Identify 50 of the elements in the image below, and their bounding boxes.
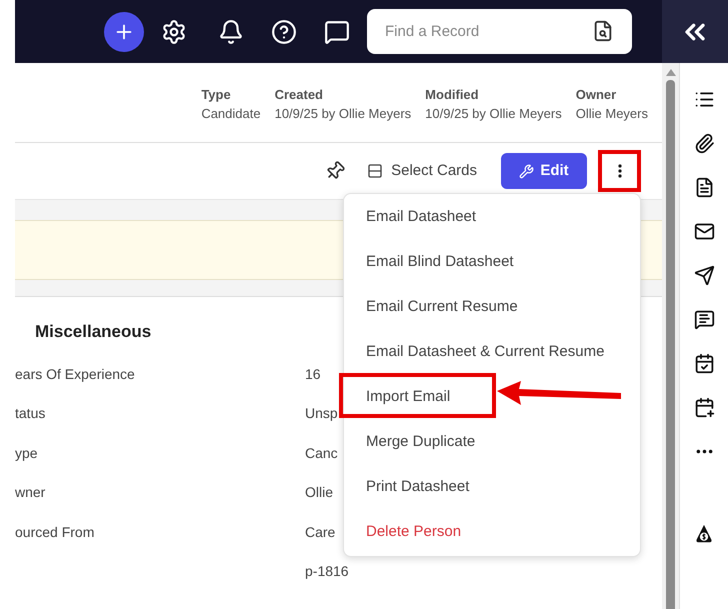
menu-item[interactable]: Email Current Resume <box>344 285 640 330</box>
meta-value: 10/9/25 by Ollie Meyers <box>425 105 562 123</box>
field-value: p-1816 <box>305 562 349 582</box>
meta-label: Type <box>201 86 232 104</box>
menu-item[interactable]: Import Email <box>344 375 640 420</box>
field-label: ourced From <box>15 524 94 540</box>
document-icon[interactable] <box>694 177 714 198</box>
help-icon[interactable] <box>271 18 297 44</box>
collapse-button[interactable] <box>662 0 728 63</box>
section-title: Miscellaneous <box>34 321 152 343</box>
scrollbar[interactable] <box>662 63 679 609</box>
field-value: Care <box>305 522 336 542</box>
select-cards-button[interactable]: Select Cards <box>367 160 477 182</box>
search-icon[interactable] <box>592 20 614 42</box>
search-field[interactable]: Find a Record <box>367 9 632 54</box>
field-value: Unsp <box>305 404 338 424</box>
calendar-plus-icon[interactable] <box>694 397 714 418</box>
edit-button[interactable]: Edit <box>501 153 587 189</box>
settings-icon[interactable] <box>161 18 187 44</box>
menu-item[interactable]: Email Blind Datasheet <box>344 240 640 285</box>
field-value: Ollie <box>305 483 334 502</box>
field-value: 16 <box>305 364 321 384</box>
chat-icon[interactable] <box>324 18 350 44</box>
cards-icon <box>367 163 384 179</box>
menu-item[interactable]: Merge Duplicate <box>344 420 640 465</box>
meta-value: Ollie Meyers <box>576 105 648 123</box>
more-button[interactable] <box>598 150 641 192</box>
meta-value: Candidate <box>201 105 261 123</box>
notification-icon[interactable] <box>218 18 244 44</box>
field-label: tatus <box>15 405 46 422</box>
meta-label: Created <box>274 86 324 104</box>
menu-item[interactable]: Email Datasheet <box>344 195 640 240</box>
field-value: Canc <box>305 444 338 463</box>
meta-label: Owner <box>576 86 618 104</box>
mail-icon[interactable] <box>694 221 714 242</box>
menu-item[interactable]: Print Datasheet <box>344 465 640 510</box>
meta-value: 10/9/25 by Ollie Meyers <box>274 105 412 123</box>
field-label: ype <box>15 444 38 461</box>
add-button[interactable] <box>104 12 144 52</box>
paperclip-icon[interactable] <box>694 133 714 154</box>
field-label: wner <box>15 484 46 500</box>
send-icon[interactable] <box>694 265 714 286</box>
kebab-icon <box>618 164 622 178</box>
menu-item[interactable]: Email Datasheet & Current Resume <box>344 330 640 375</box>
calendar-check-icon[interactable] <box>694 353 714 374</box>
meta-label: Modified <box>425 86 480 104</box>
wrench-icon <box>519 164 534 178</box>
message-icon[interactable] <box>694 309 714 330</box>
menu-item[interactable]: Delete Person <box>344 510 640 555</box>
field-label: ears Of Experience <box>15 366 135 382</box>
